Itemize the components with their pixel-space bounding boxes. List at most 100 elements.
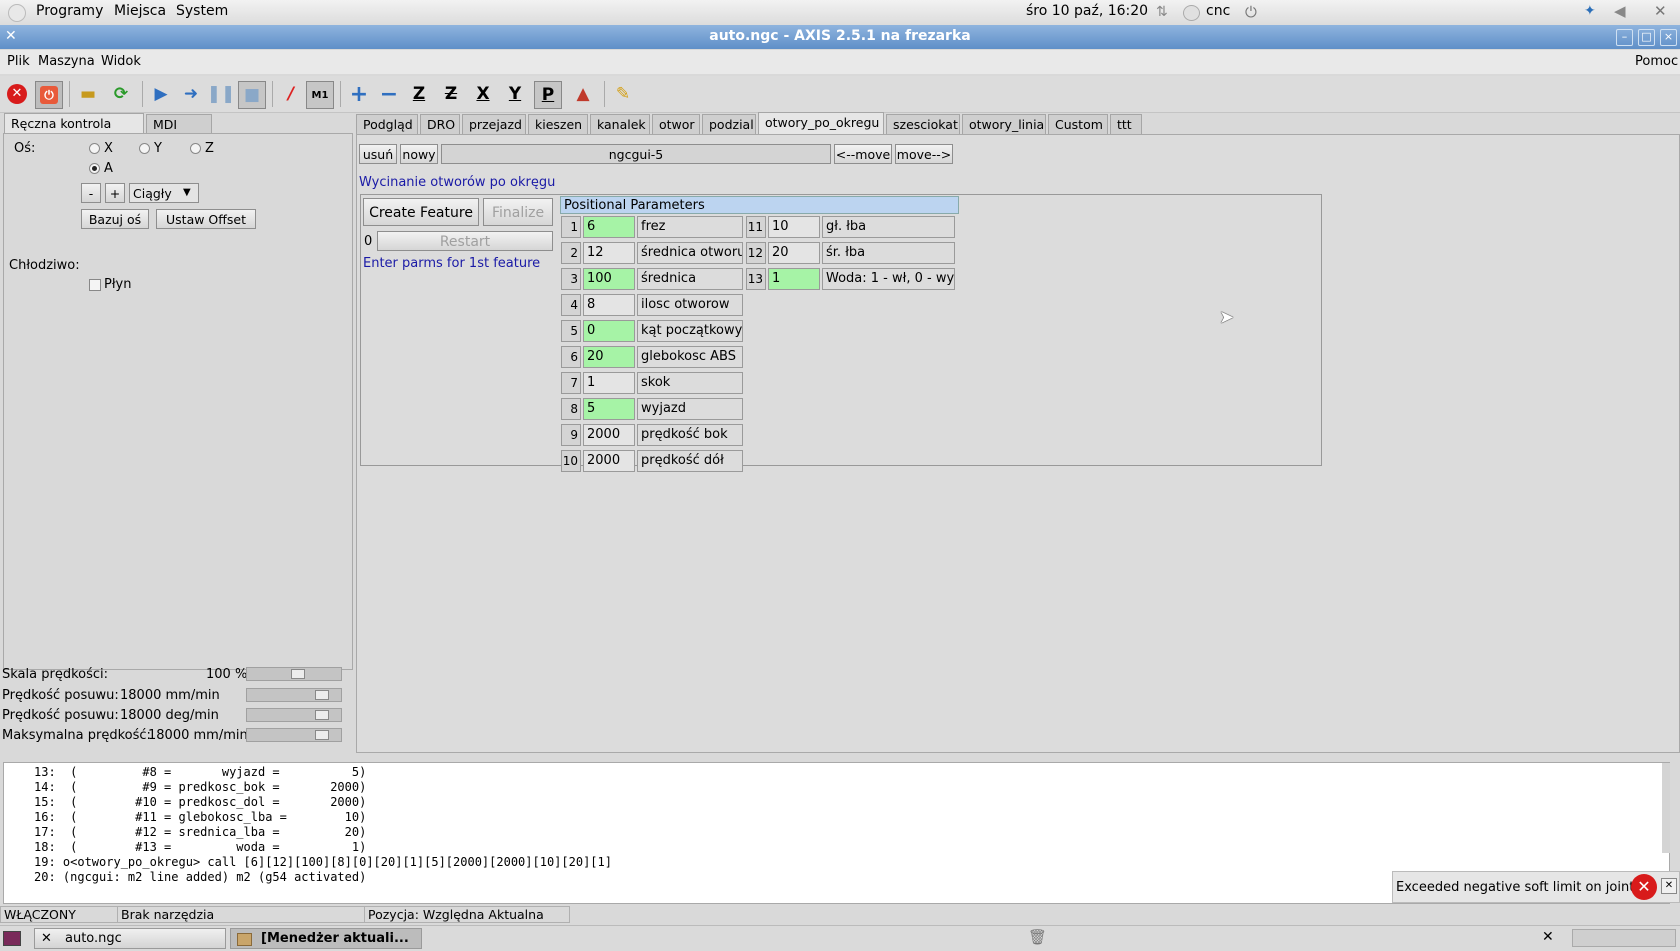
param-input[interactable]: 100 xyxy=(583,268,635,290)
param-input[interactable]: 5 xyxy=(583,398,635,420)
block-delete-icon[interactable]: / xyxy=(278,81,304,107)
tab-manual-control[interactable]: Ręczna kontrola [F3] xyxy=(4,113,144,151)
jog-mode-select[interactable]: Ciągły ▼ xyxy=(129,183,199,203)
move-left-button[interactable]: <--move xyxy=(834,144,892,164)
param-input[interactable]: 2000 xyxy=(583,424,635,446)
slider-handle[interactable] xyxy=(315,710,329,720)
close-notification-icon[interactable]: ✕ xyxy=(1661,878,1677,894)
menu-widok[interactable]: Widok xyxy=(101,54,141,69)
taskbar-item-auto-ngc[interactable]: ✕ auto.ngc xyxy=(34,928,226,949)
tab-kieszen[interactable]: kieszen xyxy=(528,114,588,134)
clock[interactable]: śro 10 paź, 16:20 xyxy=(1026,3,1148,19)
slider-handle[interactable] xyxy=(291,669,305,679)
tab-kanalek[interactable]: kanalek xyxy=(590,114,650,134)
touch-off-button[interactable]: Ustaw Offset xyxy=(156,209,256,229)
optional-stop-icon[interactable]: M1 xyxy=(306,81,334,109)
volume-icon[interactable]: ◀ xyxy=(1614,2,1626,20)
run-icon[interactable]: ▶ xyxy=(148,81,174,107)
workspace-icon[interactable]: ✕ xyxy=(1542,929,1554,945)
menu-system[interactable]: System xyxy=(176,3,228,19)
trash-icon[interactable]: 🗑 xyxy=(1028,928,1047,946)
speed-scale-slider[interactable] xyxy=(246,667,342,681)
stop-icon[interactable]: ■ xyxy=(238,81,266,109)
user-name[interactable]: cnc xyxy=(1206,3,1230,19)
tab-ttt[interactable]: ttt xyxy=(1110,114,1142,134)
axis-z-label[interactable]: Z xyxy=(205,141,214,156)
axis-a-label[interactable]: A xyxy=(104,161,113,176)
maximize-icon[interactable]: □ xyxy=(1638,29,1655,46)
view-z-icon[interactable]: Z xyxy=(406,81,432,107)
move-right-button[interactable]: move--> xyxy=(895,144,953,164)
axis-y-label[interactable]: Y xyxy=(154,141,162,156)
slider-handle[interactable] xyxy=(315,730,329,740)
max-velocity-slider[interactable] xyxy=(246,728,342,742)
taskbar-item-update-manager[interactable]: [Menedżer aktuali... xyxy=(230,928,422,949)
tab-custom[interactable]: Custom xyxy=(1048,114,1108,134)
view-x-icon[interactable]: X xyxy=(470,81,496,107)
power-icon[interactable]: ⏻ xyxy=(35,81,63,109)
tab-podglad[interactable]: Podgląd xyxy=(356,114,418,134)
open-file-icon[interactable]: ▬ xyxy=(75,81,101,107)
axis-x-label[interactable]: X xyxy=(104,141,113,156)
menu-programy[interactable]: Programy xyxy=(36,3,103,19)
update-notifier-icon[interactable]: ✦ xyxy=(1584,3,1596,19)
tab-mdi[interactable]: MDI [F5] xyxy=(146,114,212,152)
axis-z-radio[interactable] xyxy=(190,143,201,154)
param-input[interactable]: 0 xyxy=(583,320,635,342)
shutdown-icon[interactable]: ⏻ xyxy=(1245,3,1257,21)
param-input[interactable]: 2000 xyxy=(583,450,635,472)
param-input[interactable]: 10 xyxy=(768,216,820,238)
menu-pomoc[interactable]: Pomoc xyxy=(1635,54,1678,69)
tab-szesciokat[interactable]: szesciokat xyxy=(886,114,960,134)
param-input[interactable]: 1 xyxy=(768,268,820,290)
tab-dro[interactable]: DRO xyxy=(420,114,460,134)
tab-przejazd[interactable]: przejazd xyxy=(462,114,526,134)
tab-otwor[interactable]: otwor xyxy=(652,114,700,134)
feed-rate-slider[interactable] xyxy=(246,688,342,702)
param-input[interactable]: 6 xyxy=(583,216,635,238)
view-y-icon[interactable]: Y xyxy=(502,81,528,107)
restart-button[interactable]: Restart xyxy=(377,231,553,251)
param-input[interactable]: 20 xyxy=(583,346,635,368)
reload-icon[interactable]: ⟳ xyxy=(108,81,134,107)
show-desktop-icon[interactable] xyxy=(3,931,21,946)
view-p-icon[interactable]: P xyxy=(534,81,562,109)
window-titlebar[interactable]: ✕ auto.ngc - AXIS 2.5.1 na frezarka – □ … xyxy=(0,25,1680,49)
param-input[interactable]: 20 xyxy=(768,242,820,264)
tab-otwory-linia[interactable]: otwory_linia xyxy=(962,114,1046,134)
slider-handle[interactable] xyxy=(315,690,329,700)
param-input[interactable]: 12 xyxy=(583,242,635,264)
flood-checkbox[interactable] xyxy=(89,279,101,291)
view-z2-icon[interactable]: Z xyxy=(438,81,464,107)
tab-otwory-po-okregu[interactable]: otwory_po_okregu xyxy=(758,112,884,135)
rotate-icon[interactable]: ▲ xyxy=(570,81,596,107)
flood-label[interactable]: Płyn xyxy=(104,277,131,292)
workspace-switcher[interactable] xyxy=(1572,929,1676,947)
clear-plot-icon[interactable]: ✎ xyxy=(610,81,636,107)
menu-plik[interactable]: Plik xyxy=(7,54,30,69)
zoom-out-icon[interactable]: − xyxy=(376,81,402,107)
axis-x-radio[interactable] xyxy=(89,143,100,154)
close-icon[interactable]: × xyxy=(1660,29,1677,46)
axis-a-radio[interactable] xyxy=(89,163,100,174)
close-session-icon[interactable]: ✕ xyxy=(1654,2,1667,20)
axis-y-radio[interactable] xyxy=(139,143,150,154)
minimize-icon[interactable]: – xyxy=(1616,29,1633,46)
menu-miejsca[interactable]: Miejsca xyxy=(114,3,166,19)
home-axis-button[interactable]: Bazuj oś xyxy=(81,209,149,229)
tab-podzial[interactable]: podzial xyxy=(702,114,756,134)
new-page-button[interactable]: nowy xyxy=(400,144,438,164)
finalize-button[interactable]: Finalize xyxy=(483,198,553,226)
create-feature-button[interactable]: Create Feature xyxy=(363,198,479,226)
angular-feed-slider[interactable] xyxy=(246,708,342,722)
step-icon[interactable]: ➜ xyxy=(178,81,204,107)
code-scrollbar[interactable] xyxy=(1662,763,1670,853)
param-input[interactable]: 8 xyxy=(583,294,635,316)
jog-minus-button[interactable]: - xyxy=(81,183,101,203)
menu-maszyna[interactable]: Maszyna xyxy=(38,54,95,69)
remove-page-button[interactable]: usuń xyxy=(359,144,397,164)
network-icon[interactable]: ⇅ xyxy=(1156,4,1168,20)
zoom-in-icon[interactable]: + xyxy=(346,81,372,107)
pause-icon[interactable]: ❚❚ xyxy=(207,81,236,107)
estop-icon[interactable]: ✕ xyxy=(4,81,30,107)
